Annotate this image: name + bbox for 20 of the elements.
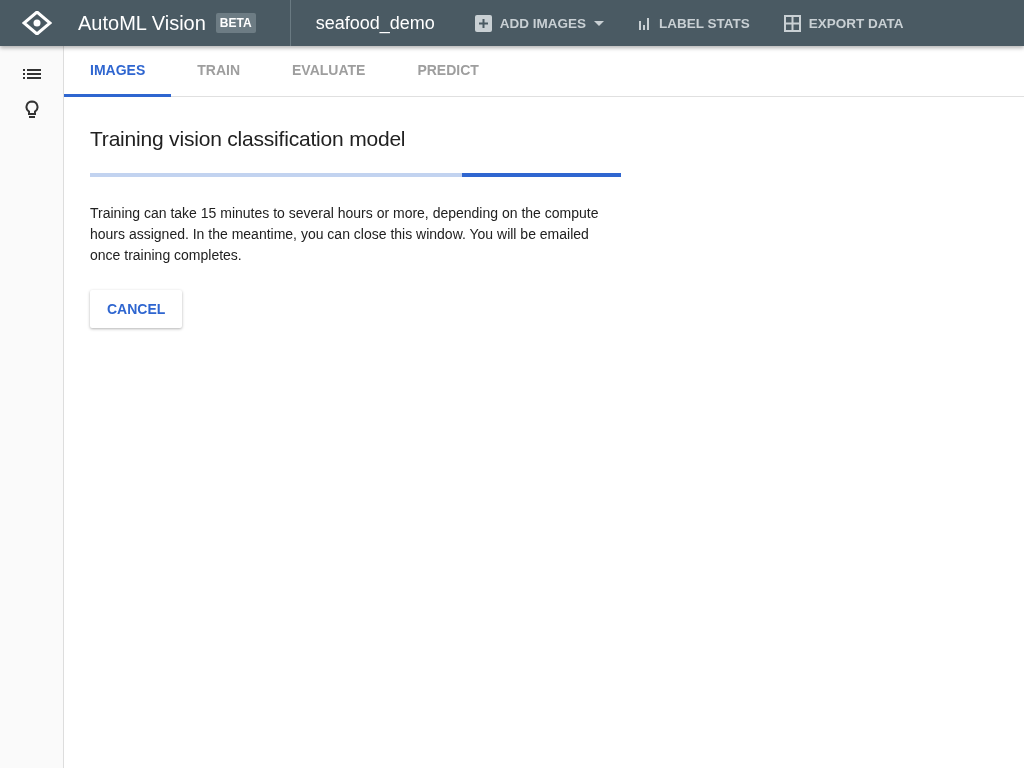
- tab[interactable]: PREDICT: [391, 46, 505, 97]
- cancel-button[interactable]: CANCEL: [90, 290, 183, 328]
- tab[interactable]: EVALUATE: [266, 46, 392, 97]
- tab[interactable]: TRAIN: [171, 46, 266, 97]
- tab[interactable]: IMAGES: [64, 46, 172, 97]
- list-icon[interactable]: [22, 68, 41, 80]
- bar-chart-icon: [638, 16, 651, 30]
- page-title: Training vision classification model: [90, 127, 407, 151]
- info-message: Training can take 15 minutes to several hours or more, depending on the compute hours assigned. In the meantime, you can close this window. You will be emailed once training completes.: [90, 204, 600, 265]
- dataset-name: seafood_demo: [315, 12, 435, 34]
- diamond-logo-icon: [22, 11, 52, 35]
- product-name: AutoML Vision: [78, 11, 206, 35]
- plus-square-icon: [474, 14, 492, 32]
- lightbulb-icon[interactable]: [24, 100, 39, 120]
- beta-badge: BETA: [215, 13, 256, 33]
- toolbar-button[interactable]: ADD IMAGES: [474, 14, 604, 32]
- toolbar-button[interactable]: EXPORT DATA: [783, 14, 904, 32]
- toolbar-button[interactable]: LABEL STATS: [638, 14, 750, 32]
- caret-icon: [594, 20, 604, 26]
- grid-icon: [783, 14, 801, 32]
